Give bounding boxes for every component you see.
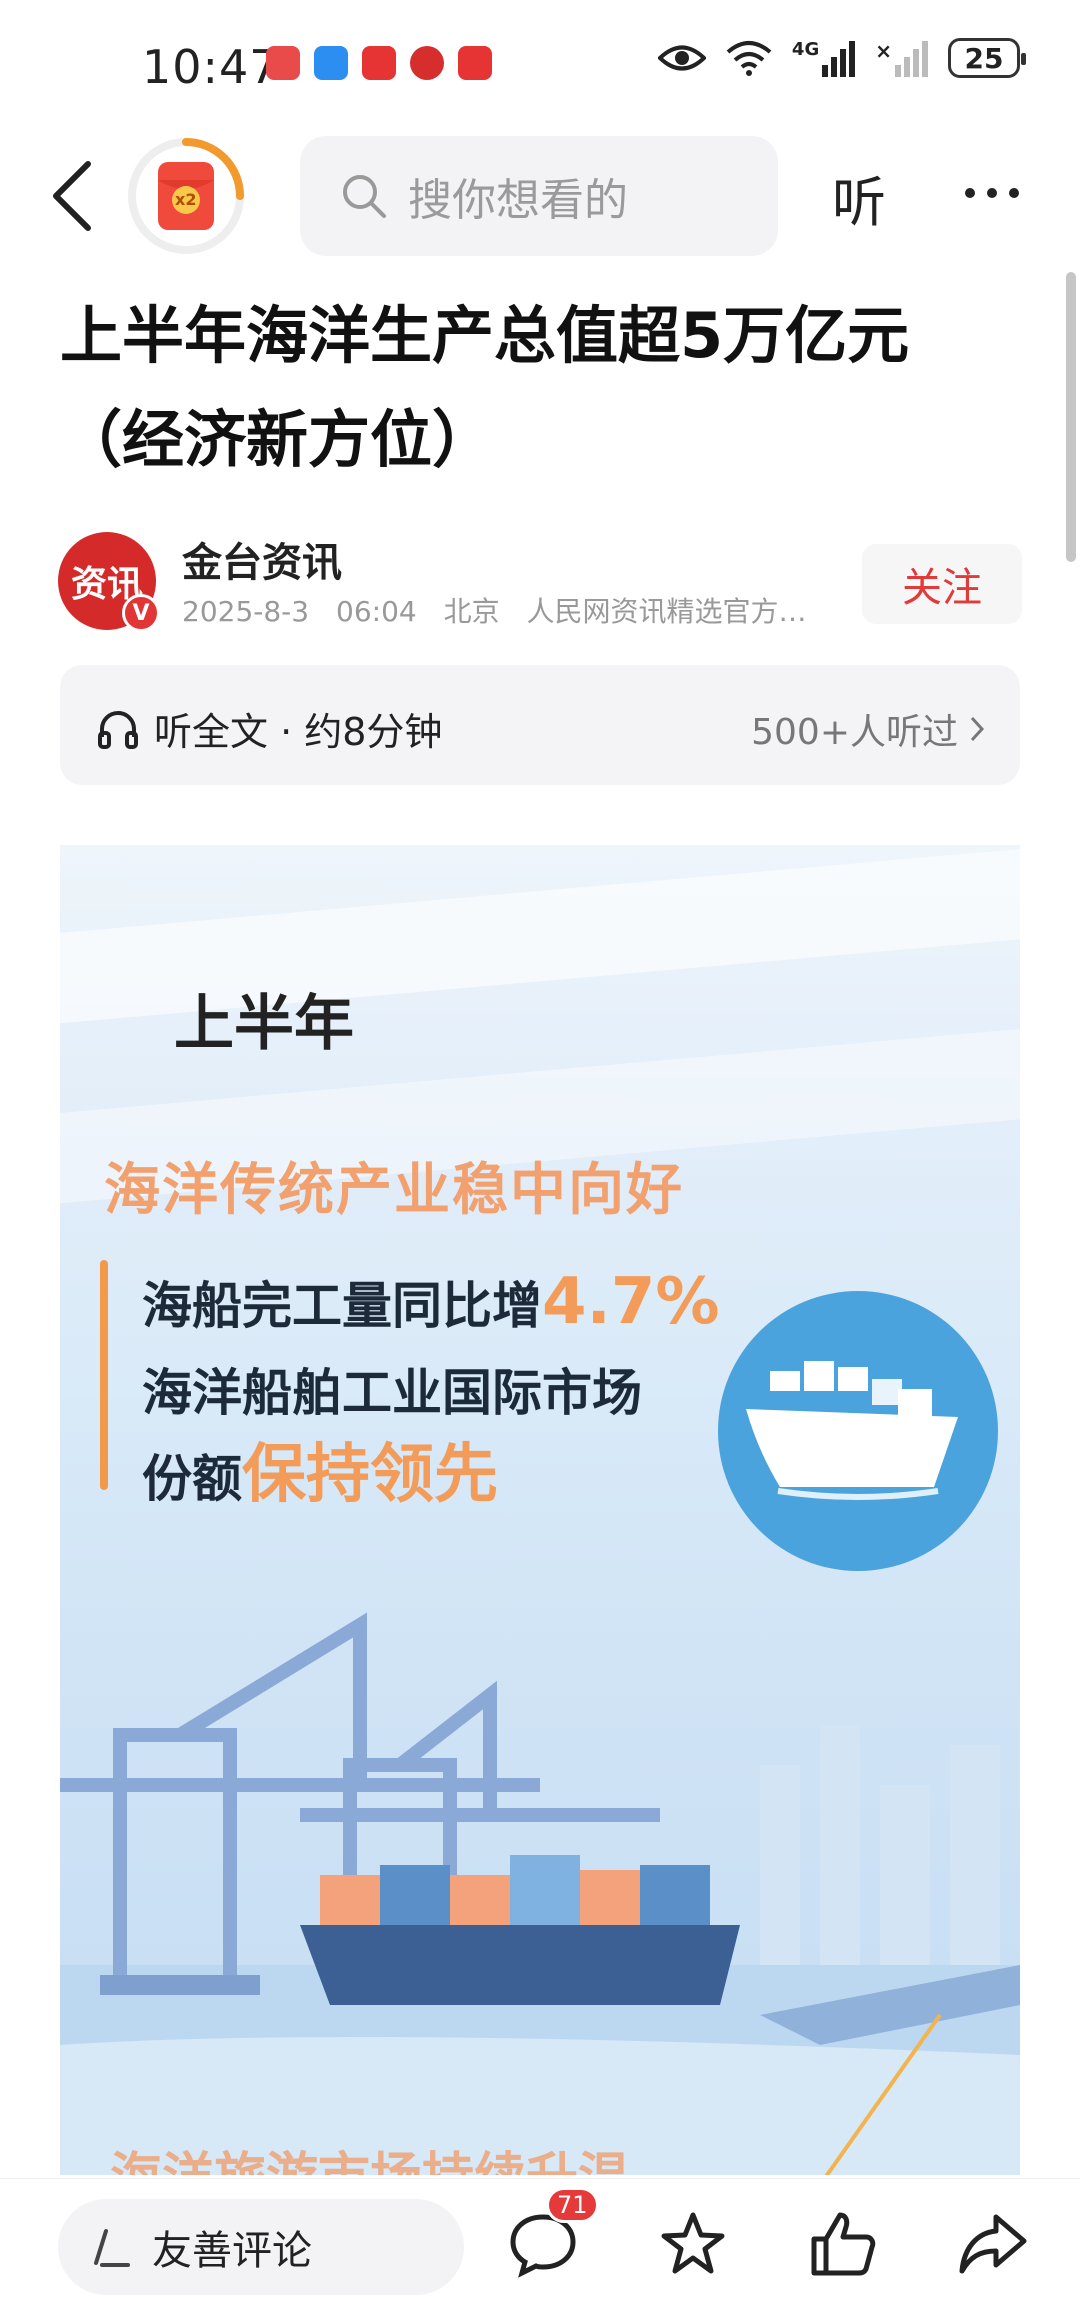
battery-level: 25 xyxy=(964,41,1004,75)
share-icon[interactable] xyxy=(958,2209,1028,2279)
more-options-icon[interactable] xyxy=(962,168,1022,218)
headphones-icon xyxy=(98,710,138,749)
status-time: 10:47 xyxy=(142,40,280,94)
search-placeholder: 搜你想看的 xyxy=(408,175,628,226)
line1-text: 海船完工量同比增 xyxy=(142,1277,542,1335)
listener-count[interactable]: 500+人听过 xyxy=(751,703,986,755)
huawei-app-icon xyxy=(266,46,300,80)
reward-multiplier: x2 xyxy=(175,190,197,209)
gift-app-icon xyxy=(410,46,444,80)
author-name[interactable]: 金台资讯 xyxy=(182,530,342,588)
scrollbar[interactable] xyxy=(1066,272,1076,562)
signal-nosim-icon: × xyxy=(875,39,928,77)
comment-placeholder: 友善评论 xyxy=(152,2228,312,2274)
status-bar: 10:47 4G × 25 xyxy=(0,0,1080,128)
infographic-next-subheading: 海洋旅游市场持续升温 xyxy=(110,2135,630,2175)
ship-circle xyxy=(718,1291,998,1571)
infographic-subheading: 海洋传统产业稳中向好 xyxy=(104,1158,684,1223)
signal-4g-icon: 4G xyxy=(791,39,856,77)
search-icon xyxy=(343,175,386,218)
search-bar[interactable]: 搜你想看的 xyxy=(300,136,778,256)
wifi-icon xyxy=(726,41,772,76)
article-infographic[interactable]: 上半年 海洋传统产业稳中向好 海船完工量同比增4.7% 海洋船舶工业国际市场 份… xyxy=(60,845,1020,2175)
verified-icon: V xyxy=(122,594,160,632)
line3-text: 份额 xyxy=(142,1450,242,1508)
listener-count-text: 500+人听过 xyxy=(751,712,958,753)
bottom-action-bar: 友善评论 71 xyxy=(0,2178,1080,2310)
comment-input[interactable]: 友善评论 xyxy=(58,2199,464,2295)
author-meta: 2025-8-3 06:04 北京 人民网资讯精选官方… xyxy=(182,590,882,630)
news-app-icon xyxy=(362,46,396,80)
publish-date: 2025-8-3 xyxy=(182,595,310,628)
audio-label-group: 听全文 · 约8分钟 xyxy=(96,701,442,756)
chevron-right-icon xyxy=(970,716,985,742)
top-nav: x2 搜你想看的 听 xyxy=(0,128,1080,268)
article-title: 上半年海洋生产总值超5万亿元（经济新方位） xyxy=(60,299,910,476)
line3-highlight: 保持领先 xyxy=(242,1438,498,1512)
star-icon[interactable] xyxy=(658,2209,728,2279)
infographic-heading: 上半年 xyxy=(174,989,354,1059)
publish-location: 北京 xyxy=(443,595,500,628)
reward-badge[interactable]: x2 xyxy=(126,136,246,256)
network-type: 4G xyxy=(791,39,820,60)
back-arrow-icon[interactable] xyxy=(44,158,104,234)
status-indicators: 4G × 25 xyxy=(657,38,1026,78)
infographic-line-2: 海洋船舶工业国际市场 xyxy=(142,1364,642,1422)
author-source: 人民网资讯精选官方… xyxy=(526,595,807,628)
listen-button[interactable]: 听 xyxy=(832,158,886,237)
publish-time: 06:04 xyxy=(336,595,417,628)
eye-icon xyxy=(657,45,706,71)
battery-icon: 25 xyxy=(948,38,1026,78)
audio-label: 听全文 · 约8分钟 xyxy=(154,710,443,754)
infographic-line-1: 海船完工量同比增4.7% xyxy=(142,1265,720,1339)
message-app-icon xyxy=(314,46,348,80)
listen-full-article-bar[interactable]: 听全文 · 约8分钟 500+人听过 xyxy=(60,665,1020,785)
notification-icons xyxy=(266,46,492,80)
port-scene xyxy=(60,1612,1020,2175)
pen-icon xyxy=(94,2229,130,2267)
news-app-icon-2 xyxy=(458,46,492,80)
like-icon[interactable] xyxy=(808,2209,878,2279)
ship-icon xyxy=(746,1361,958,1500)
line1-value: 4.7% xyxy=(542,1265,720,1339)
follow-button[interactable]: 关注 xyxy=(862,544,1022,624)
infographic-line-3: 份额保持领先 xyxy=(142,1423,498,1515)
author-row: 资讯 V 金台资讯 2025-8-3 06:04 北京 人民网资讯精选官方… 关… xyxy=(58,530,1022,634)
comment-count-badge: 71 xyxy=(546,2187,599,2223)
infographic-accent-bar xyxy=(100,1260,108,1490)
